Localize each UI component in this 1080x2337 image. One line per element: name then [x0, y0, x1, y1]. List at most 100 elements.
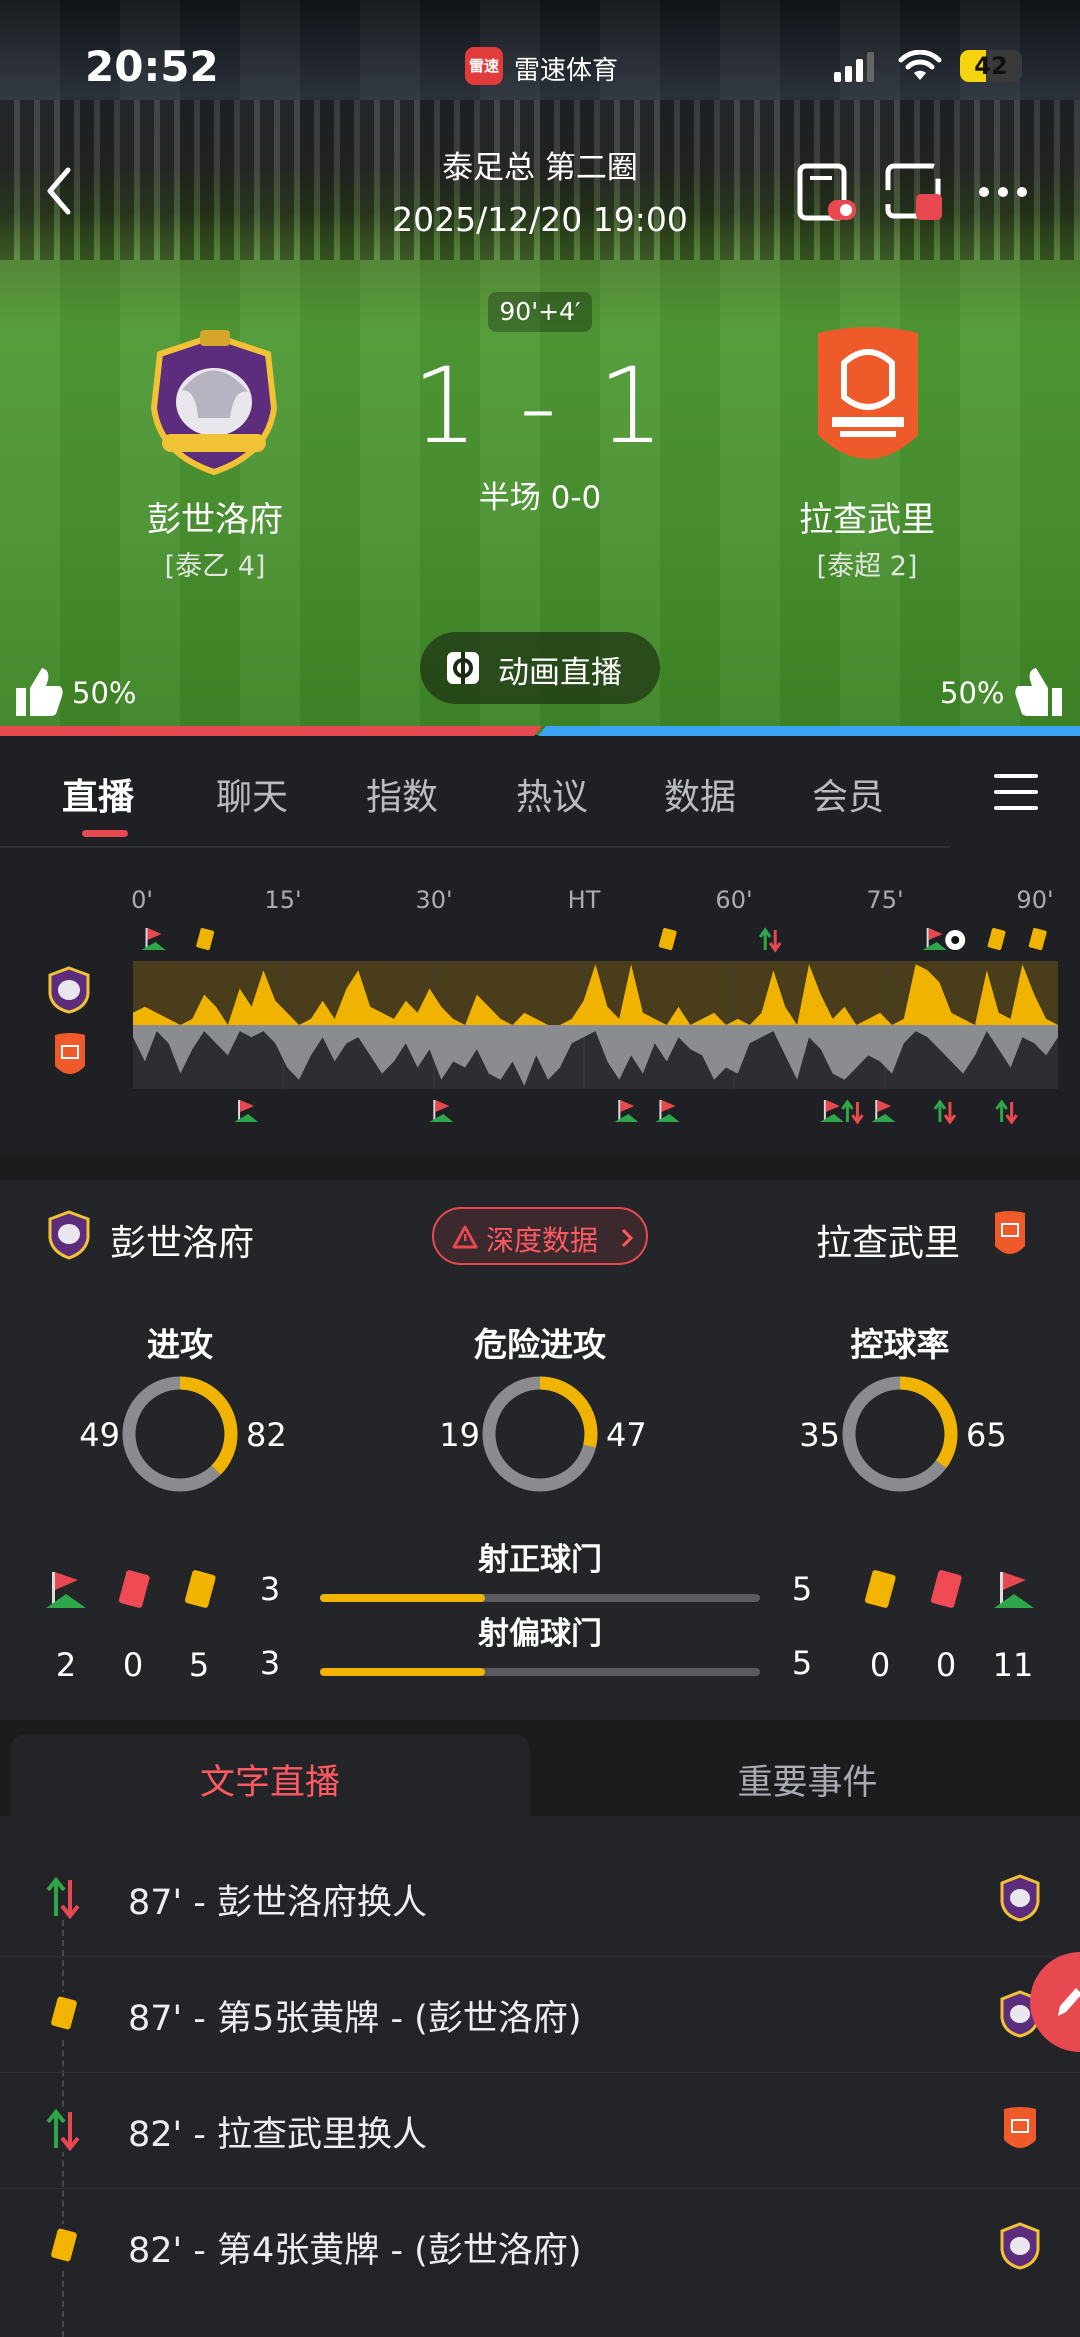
stats-away-name: 拉查武里	[816, 1223, 961, 1264]
donut-chart	[842, 1376, 958, 1492]
donut-home-value: 49	[79, 1416, 120, 1454]
corner-event-icon	[429, 1100, 454, 1122]
feed-item[interactable]: 82' - 拉查武里换人	[0, 2072, 1080, 2188]
float-window-button[interactable]	[796, 162, 858, 222]
yellow-event-icon	[196, 928, 215, 951]
feed-item-text: 82' - 拉查武里换人	[128, 2115, 428, 2155]
bar-home-value: 3	[259, 1644, 281, 1682]
away-corner-icon	[994, 1572, 1034, 1608]
donut-chart	[122, 1376, 238, 1492]
substitution-icon	[44, 2108, 84, 2152]
substitution-icon	[44, 1876, 84, 1920]
competition-title: 泰足总 第二圈	[442, 150, 638, 186]
away-like-button[interactable]	[1014, 666, 1066, 718]
feed-tab-key-events[interactable]: 重要事件	[545, 1734, 1070, 1822]
bar-stat-title: 射正球门	[478, 1542, 602, 1578]
back-button[interactable]	[44, 166, 74, 216]
corner-event-icon	[922, 928, 947, 950]
timeline-tick: 60'	[715, 886, 752, 914]
animation-icon	[447, 652, 479, 684]
animation-live-button[interactable]: 动画直播	[420, 632, 660, 704]
bar-away-value: 5	[791, 1644, 813, 1682]
match-minute: 90'+4′	[488, 292, 592, 332]
away-team-logo[interactable]	[808, 325, 928, 481]
away-team-name[interactable]: 拉查武里	[762, 492, 972, 541]
feed-item[interactable]: 87' - 第5张黄牌 - (彭世洛府)	[0, 1956, 1080, 2072]
yellow-card-icon	[44, 1992, 84, 2036]
home-team-logo-icon	[1000, 2222, 1040, 2270]
timeline-tick: 0'	[131, 886, 153, 914]
tabs-divider	[0, 846, 950, 848]
feed-divider	[0, 1956, 1080, 1957]
timeline-tick: 30'	[415, 886, 452, 914]
away-team-logo-icon	[1004, 2107, 1036, 2148]
tab-4[interactable]: 数据	[664, 768, 736, 820]
donut-home-value: 19	[439, 1416, 480, 1454]
donut-title: 危险进攻	[474, 1325, 606, 1364]
status-time: 20:52	[85, 42, 219, 91]
home-team-logo[interactable]	[140, 330, 288, 478]
bar-stat-title: 射偏球门	[478, 1616, 602, 1652]
tab-2[interactable]: 指数	[366, 768, 438, 820]
feed-item[interactable]: 87' - 彭世洛府换人	[0, 1840, 1080, 1956]
home-red-card-icon	[118, 1570, 150, 1608]
vote-bar	[0, 726, 1080, 736]
corner-event-icon	[141, 928, 166, 950]
corner-event-icon	[871, 1100, 896, 1122]
home-red-count: 0	[122, 1646, 144, 1684]
picture-in-picture-button[interactable]	[884, 162, 946, 222]
home-yellow-card-icon	[184, 1570, 216, 1608]
home-team-league: [泰乙 4]	[164, 551, 266, 582]
donut-title: 控球率	[850, 1325, 950, 1364]
home-corners-count: 2	[55, 1646, 77, 1684]
tab-0[interactable]: 直播	[62, 768, 134, 820]
feed-divider	[0, 2072, 1080, 2073]
away-corners-count: 11	[992, 1646, 1034, 1684]
home-vote-percent: 50%	[72, 676, 137, 710]
away-yellow-card-icon	[864, 1570, 896, 1608]
tab-menu-button[interactable]	[992, 770, 1040, 814]
corner-event-icon	[234, 1100, 259, 1122]
animation-live-label: 动画直播	[498, 655, 622, 691]
feed-tab-text-live-label: 文字直播	[199, 1763, 340, 1803]
home-team-name[interactable]: 彭世洛府	[110, 492, 320, 541]
sub-event-icon	[759, 927, 782, 953]
deep-data-label: 深度数据	[486, 1224, 599, 1257]
bar-home-fill	[320, 1594, 485, 1602]
deep-data-button[interactable]: 深度数据	[432, 1207, 648, 1265]
sub-event-icon	[841, 1099, 864, 1125]
away-red-card-icon	[930, 1570, 962, 1608]
bar-home-fill	[320, 1668, 485, 1676]
chevron-right-icon	[621, 1228, 634, 1248]
corner-event-icon	[819, 1100, 844, 1122]
feed-item-text: 82' - 第4张黄牌 - (彭世洛府)	[128, 2231, 582, 2271]
tab-1[interactable]: 聊天	[216, 768, 288, 820]
more-button[interactable]	[976, 180, 1030, 204]
score: 1 - 1	[412, 345, 668, 467]
active-tab-indicator	[82, 830, 128, 837]
donut-away-value: 47	[606, 1416, 647, 1454]
stats-home-logo	[48, 1210, 90, 1260]
tab-5[interactable]: 会员	[812, 768, 884, 820]
home-like-button[interactable]	[12, 666, 64, 718]
app-name: 雷速体育	[514, 56, 619, 86]
timeline-home-logo	[48, 966, 90, 1014]
timeline-tick: 90'	[1016, 886, 1053, 914]
bar-away-value: 5	[791, 1570, 813, 1608]
timeline-tick: HT	[568, 886, 601, 914]
tab-3[interactable]: 热议	[516, 768, 588, 820]
warning-icon	[452, 1225, 478, 1249]
yellow-card-icon	[44, 2224, 84, 2268]
timeline-away-logo	[55, 1033, 85, 1074]
feed-item[interactable]: 82' - 第4张黄牌 - (彭世洛府)	[0, 2188, 1080, 2304]
feed-tab-text-live[interactable]: 文字直播	[10, 1734, 530, 1822]
yellow-event-icon	[658, 928, 677, 951]
home-yellow-count: 5	[188, 1646, 210, 1684]
yellow-event-icon	[987, 928, 1006, 951]
halftime-score: 半场 0-0	[478, 480, 602, 516]
match-datetime: 2025/12/20 19:00	[392, 200, 688, 239]
corner-event-icon	[614, 1100, 639, 1122]
away-red-count: 0	[935, 1646, 957, 1684]
goal-event-icon	[945, 930, 966, 950]
donut-away-value: 65	[966, 1416, 1007, 1454]
